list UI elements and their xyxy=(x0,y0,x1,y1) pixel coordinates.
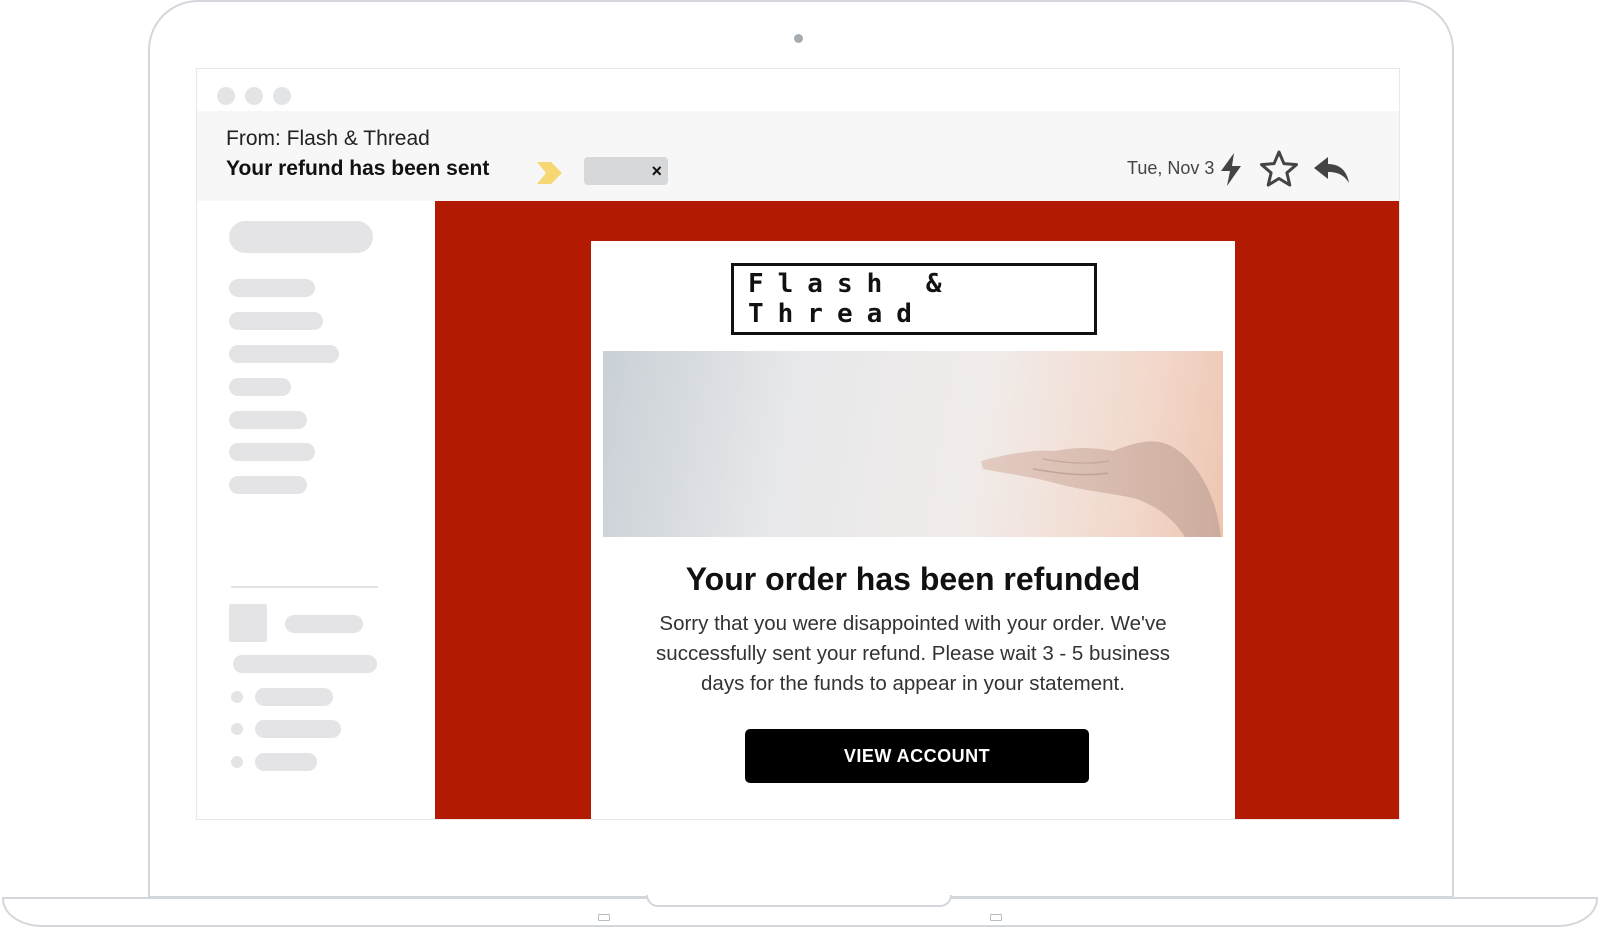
email-body-text: Sorry that you were disappointed with yo… xyxy=(656,612,1170,695)
important-marker-icon[interactable] xyxy=(535,159,565,187)
compose-placeholder[interactable] xyxy=(229,221,373,253)
avatar-placeholder xyxy=(229,604,267,642)
camera-dot xyxy=(794,34,803,43)
list-item-placeholder[interactable] xyxy=(255,688,333,706)
window-minimize-dot[interactable] xyxy=(245,87,263,105)
window-maximize-dot[interactable] xyxy=(273,87,291,105)
window-close-dot[interactable] xyxy=(217,87,235,105)
list-bullet xyxy=(231,723,243,735)
contact-detail-placeholder xyxy=(233,655,377,673)
list-bullet xyxy=(231,756,243,768)
sender-line: From: Flash & Thread xyxy=(226,127,430,150)
folder-placeholder[interactable] xyxy=(229,312,323,330)
sidebar-divider xyxy=(231,586,378,588)
email-header: From: Flash & Thread Your refund has bee… xyxy=(197,111,1399,201)
list-item-placeholder[interactable] xyxy=(255,720,341,738)
folder-placeholder[interactable] xyxy=(229,279,315,297)
remove-label-button[interactable]: × xyxy=(651,159,662,183)
usb-port xyxy=(990,914,1002,921)
laptop-notch xyxy=(646,895,952,907)
email-headline: Your order has been refunded xyxy=(685,561,1141,597)
view-account-button[interactable]: VIEW ACCOUNT xyxy=(745,729,1089,783)
hero-image xyxy=(603,351,1223,537)
list-bullet xyxy=(231,691,243,703)
folder-placeholder[interactable] xyxy=(229,411,307,429)
email-subject: Your refund has been sent xyxy=(226,157,490,180)
list-item-placeholder[interactable] xyxy=(255,753,317,771)
folder-placeholder[interactable] xyxy=(229,476,307,494)
hand-illustration xyxy=(981,441,1221,537)
email-card: Flash & Thread Your order has been refun… xyxy=(591,241,1235,819)
usb-port xyxy=(598,914,610,921)
lightning-icon[interactable] xyxy=(1211,149,1251,189)
label-chip: × xyxy=(584,157,668,185)
email-date: Tue, Nov 3 xyxy=(1127,158,1215,178)
email-body: Flash & Thread Your order has been refun… xyxy=(435,201,1399,819)
contact-name-placeholder xyxy=(285,615,363,633)
star-icon[interactable] xyxy=(1259,149,1299,189)
reply-icon[interactable] xyxy=(1311,149,1351,189)
brand-name: Flash & Thread xyxy=(748,269,956,329)
brand-logo: Flash & Thread xyxy=(731,263,1097,335)
mail-window: From: Flash & Thread Your refund has bee… xyxy=(196,68,1400,820)
folder-placeholder[interactable] xyxy=(229,345,339,363)
folder-placeholder[interactable] xyxy=(229,443,315,461)
folder-placeholder[interactable] xyxy=(229,378,291,396)
window-controls xyxy=(217,87,291,105)
